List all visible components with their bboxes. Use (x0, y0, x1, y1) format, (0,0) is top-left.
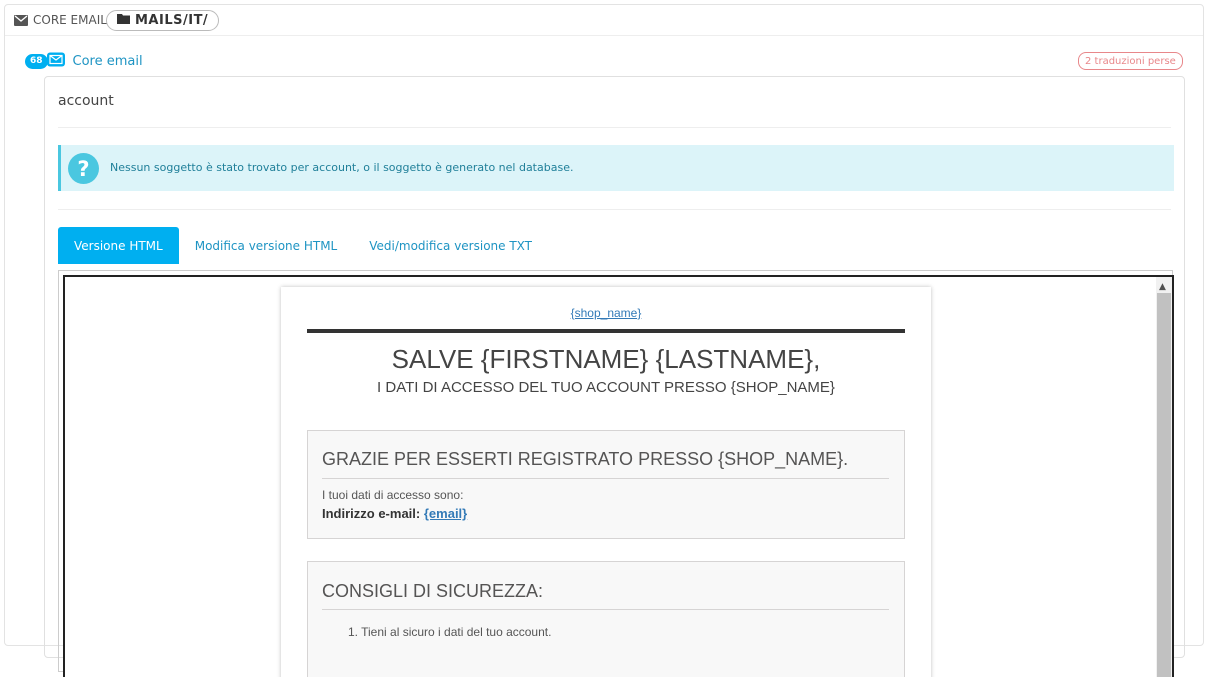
count-badge: 68 (25, 54, 48, 69)
thanks-title: GRAZIE PER ESSERTI REGISTRATO PRESSO {SH… (322, 449, 849, 469)
tab-view-edit-txt-version[interactable]: Vedi/modifica versione TXT (353, 227, 548, 264)
folder-pill: MAILS/IT/ (106, 10, 220, 31)
alert-text: Nessun soggetto è stato trovato per acco… (110, 161, 574, 174)
thanks-box: GRAZIE PER ESSERTI REGISTRATO PRESSO {SH… (307, 430, 905, 539)
question-icon: ? (68, 153, 99, 184)
email-preview-frame[interactable]: {shop_name} SALVE {FIRSTNAME} {LASTNAME}… (63, 275, 1174, 677)
security-tips-title: CONSIGLI DI SICUREZZA: (322, 581, 544, 601)
template-panel: account ? Nessun soggetto è stato trovat… (44, 76, 1185, 677)
breadcrumb: CORE EMAIL (14, 13, 107, 27)
folder-icon (117, 13, 130, 28)
list-item: 1. Tieni al sicuro i dati del tuo accoun… (348, 625, 552, 639)
email-address-link[interactable]: {email} (424, 506, 467, 521)
section-header[interactable]: 68 Core email (25, 52, 143, 71)
email-address-line: Indirizzo e-mail: {email} (322, 506, 467, 521)
panel-heading: CORE EMAIL MAILS/IT/ (5, 5, 1203, 36)
tab-html-version[interactable]: Versione HTML (58, 227, 179, 264)
preview-scrollbar[interactable]: ▲ (1156, 277, 1172, 677)
box-divider (322, 609, 889, 610)
breadcrumb-core-email: CORE EMAIL (33, 13, 107, 27)
mail-icon (46, 52, 66, 71)
scroll-thumb[interactable] (1157, 293, 1171, 677)
header-rule (307, 329, 905, 333)
folder-label: MAILS/IT/ (135, 13, 209, 28)
divider (58, 127, 1171, 128)
section-title[interactable]: Core email (73, 54, 143, 69)
preview-container: {shop_name} SALVE {FIRSTNAME} {LASTNAME}… (58, 270, 1174, 677)
email-greeting: SALVE {FIRSTNAME} {LASTNAME}, (391, 344, 821, 374)
info-alert: ? Nessun soggetto è stato trovato per ac… (58, 145, 1174, 191)
shop-name-link[interactable]: {shop_name} (281, 306, 931, 320)
email-subtitle: I DATI DI ACCESSO DEL TUO ACCOUNT PRESSO… (377, 379, 835, 396)
template-name: account (58, 93, 114, 109)
version-tabs: Versione HTML Modifica versione HTML Ved… (58, 227, 548, 264)
translation-panel: CORE EMAIL MAILS/IT/ 68 Core email 2 tra… (4, 4, 1204, 677)
email-address-label: Indirizzo e-mail: (322, 506, 421, 521)
email-body: {shop_name} SALVE {FIRSTNAME} {LASTNAME}… (281, 287, 931, 677)
security-tips-box: CONSIGLI DI SICUREZZA: 1. Tieni al sicur… (307, 561, 905, 677)
divider (58, 209, 1171, 210)
envelope-icon (14, 14, 28, 26)
box-divider (322, 478, 889, 479)
scroll-up-arrow-icon[interactable]: ▲ (1159, 282, 1166, 292)
access-data-text: I tuoi dati di accesso sono: (322, 488, 464, 502)
lost-translations-badge: 2 traduzioni perse (1078, 52, 1183, 70)
tab-edit-html-version[interactable]: Modifica versione HTML (179, 227, 354, 264)
